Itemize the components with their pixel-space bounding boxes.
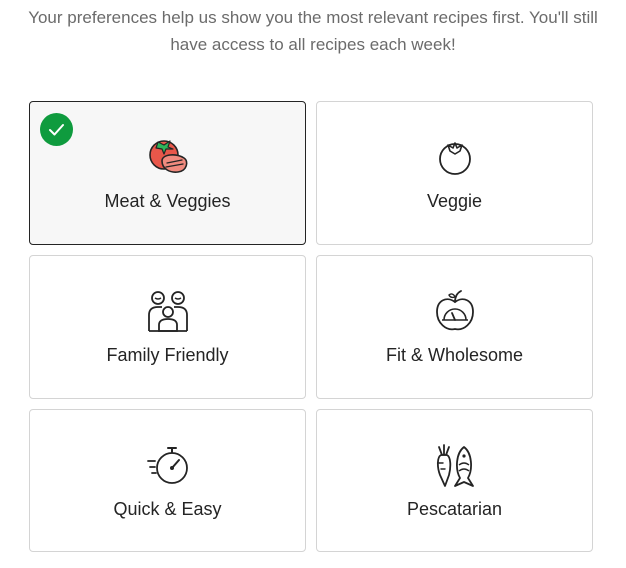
preference-label: Quick & Easy (113, 499, 222, 519)
preference-card-fit-wholesome[interactable]: Fit & Wholesome (316, 255, 593, 399)
preference-card-quick-easy[interactable]: Quick & Easy (29, 409, 306, 552)
steak-tomato-icon (146, 135, 190, 179)
family-icon (146, 289, 190, 333)
intro-line-2: have access to all recipes each week! (170, 35, 456, 54)
stopwatch-icon (146, 443, 190, 487)
preference-label: Veggie (426, 191, 483, 211)
preference-label: Pescatarian (406, 499, 503, 519)
preference-card-meat-veggies[interactable]: Meat & Veggies (29, 101, 306, 245)
tomato-icon (433, 135, 477, 179)
carrot-fish-icon (433, 443, 477, 487)
preference-card-family-friendly[interactable]: Family Friendly (29, 255, 306, 399)
checkmark-icon (40, 113, 73, 146)
preference-card-pescatarian[interactable]: Pescatarian (316, 409, 593, 552)
preference-card-veggie[interactable]: Veggie (316, 101, 593, 245)
intro-line-1: Your preferences help us show you the mo… (28, 8, 598, 27)
apple-scale-icon (433, 289, 477, 333)
preference-label: Family Friendly (106, 345, 229, 365)
preference-grid: Meat & Veggies Veggie Family Friendly Fi… (29, 101, 593, 552)
intro-text: Your preferences help us show you the mo… (0, 4, 626, 58)
preference-label: Meat & Veggies (104, 191, 231, 211)
preference-label: Fit & Wholesome (385, 345, 524, 365)
